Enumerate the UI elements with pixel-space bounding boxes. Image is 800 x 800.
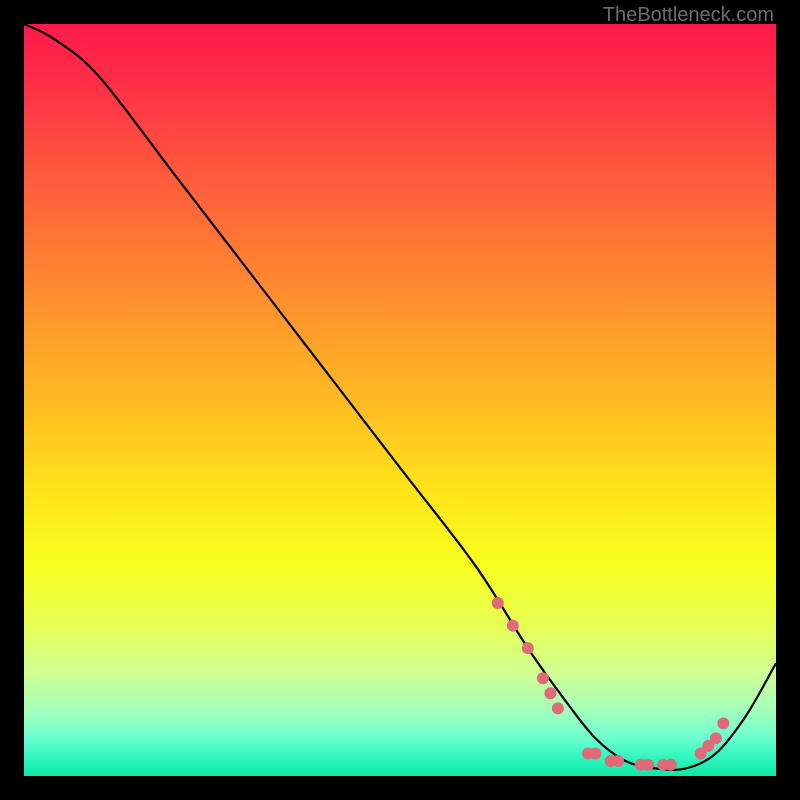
sweet-spot-dot	[507, 620, 519, 632]
sweet-spot-dot	[665, 759, 677, 771]
sweet-spot-dot	[552, 702, 564, 714]
gradient-background	[24, 24, 776, 776]
attribution-label: TheBottleneck.com	[603, 4, 774, 27]
sweet-spot-dot	[612, 755, 624, 767]
sweet-spot-dot	[522, 642, 534, 654]
sweet-spot-dot	[590, 747, 602, 759]
sweet-spot-dot	[642, 759, 654, 771]
sweet-spot-dot	[537, 672, 549, 684]
chart-stage: TheBottleneck.com	[0, 0, 800, 800]
sweet-spot-dot	[710, 732, 722, 744]
sweet-spot-dot	[717, 717, 729, 729]
bottleneck-chart	[24, 24, 776, 776]
plot-area	[24, 24, 776, 776]
sweet-spot-dot	[492, 597, 504, 609]
sweet-spot-dot	[544, 687, 556, 699]
